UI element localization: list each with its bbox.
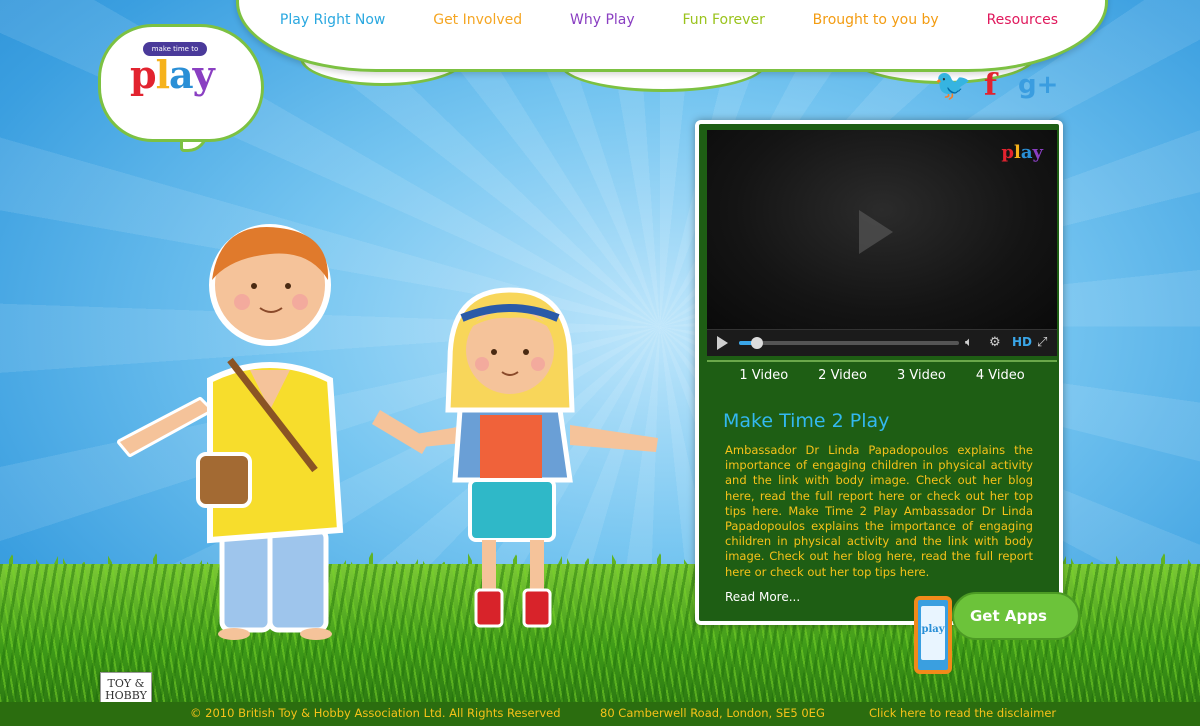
phone-logo: play (921, 624, 945, 635)
progress-bar[interactable] (739, 337, 959, 349)
phone-screen: play (921, 606, 945, 660)
logo-letter: l (155, 52, 170, 97)
settings-icon[interactable]: ⚙︎ (989, 335, 1001, 350)
disclaimer-link[interactable]: Click here to read the disclaimer (869, 706, 1056, 720)
logo-letter: y (192, 52, 215, 97)
video-player[interactable]: play 🔈︎ ⚙︎ HD ⤢ (707, 130, 1057, 356)
logo-wordmark: play (130, 52, 215, 97)
read-more-link[interactable]: Read More... (725, 590, 800, 604)
player-logo: play (1001, 142, 1043, 163)
main-nav: Play Right Now Get Involved Why Play Fun… (236, 0, 1102, 40)
girl-figure (410, 287, 658, 628)
badge-line-2: HOBBY (105, 689, 147, 702)
nav-fun-forever[interactable]: Fun Forever (683, 12, 765, 28)
logo-letter: p (1001, 142, 1015, 163)
google-plus-icon[interactable]: g+ (1018, 70, 1058, 100)
video-tab-1[interactable]: 1 Video (739, 368, 788, 383)
video-tab-4[interactable]: 4 Video (976, 368, 1025, 383)
get-apps-button[interactable]: Get Apps (970, 607, 1047, 625)
facebook-icon[interactable]: f (984, 68, 997, 103)
fullscreen-icon[interactable]: ⤢ (1037, 335, 1047, 350)
nav-why-play[interactable]: Why Play (570, 12, 635, 28)
play-overlay-icon[interactable] (859, 210, 893, 254)
player-controls: 🔈︎ ⚙︎ HD ⤢ (707, 329, 1057, 356)
logo-letter: p (130, 52, 157, 97)
children-illustration (117, 224, 658, 640)
footer-copyright: © 2010 British Toy & Hobby Association L… (190, 706, 561, 720)
logo-letter: y (1032, 142, 1043, 163)
boy-figure (117, 224, 430, 640)
logo-letter: a (1020, 142, 1033, 163)
nav-play-right-now[interactable]: Play Right Now (280, 12, 385, 28)
play-icon[interactable] (717, 336, 728, 350)
article-title: Make Time 2 Play (723, 410, 890, 432)
nav-resources[interactable]: Resources (987, 12, 1059, 28)
video-tab-3[interactable]: 3 Video (897, 368, 946, 383)
logo-letter: l (1014, 142, 1021, 163)
nav-get-involved[interactable]: Get Involved (433, 12, 522, 28)
logo-letter: a (169, 52, 194, 97)
nav-brought-to-you-by[interactable]: Brought to you by (813, 12, 939, 28)
phone-icon[interactable]: play (914, 596, 952, 674)
video-tab-2[interactable]: 2 Video (818, 368, 867, 383)
article-body: Ambassador Dr Linda Papadopoulos explain… (725, 443, 1033, 579)
video-tabs: 1 Video 2 Video 3 Video 4 Video (707, 360, 1057, 383)
progress-knob[interactable] (750, 337, 763, 349)
hd-toggle[interactable]: HD (1012, 335, 1032, 349)
twitter-icon[interactable]: 🐦 (934, 68, 971, 103)
volume-icon[interactable]: 🔈︎ (965, 335, 973, 350)
video-panel: play 🔈︎ ⚙︎ HD ⤢ 1 Video 2 Video 3 Video … (695, 120, 1063, 625)
footer: © 2010 British Toy & Hobby Association L… (0, 702, 1200, 726)
footer-address: 80 Camberwell Road, London, SE5 0EG (600, 706, 825, 720)
